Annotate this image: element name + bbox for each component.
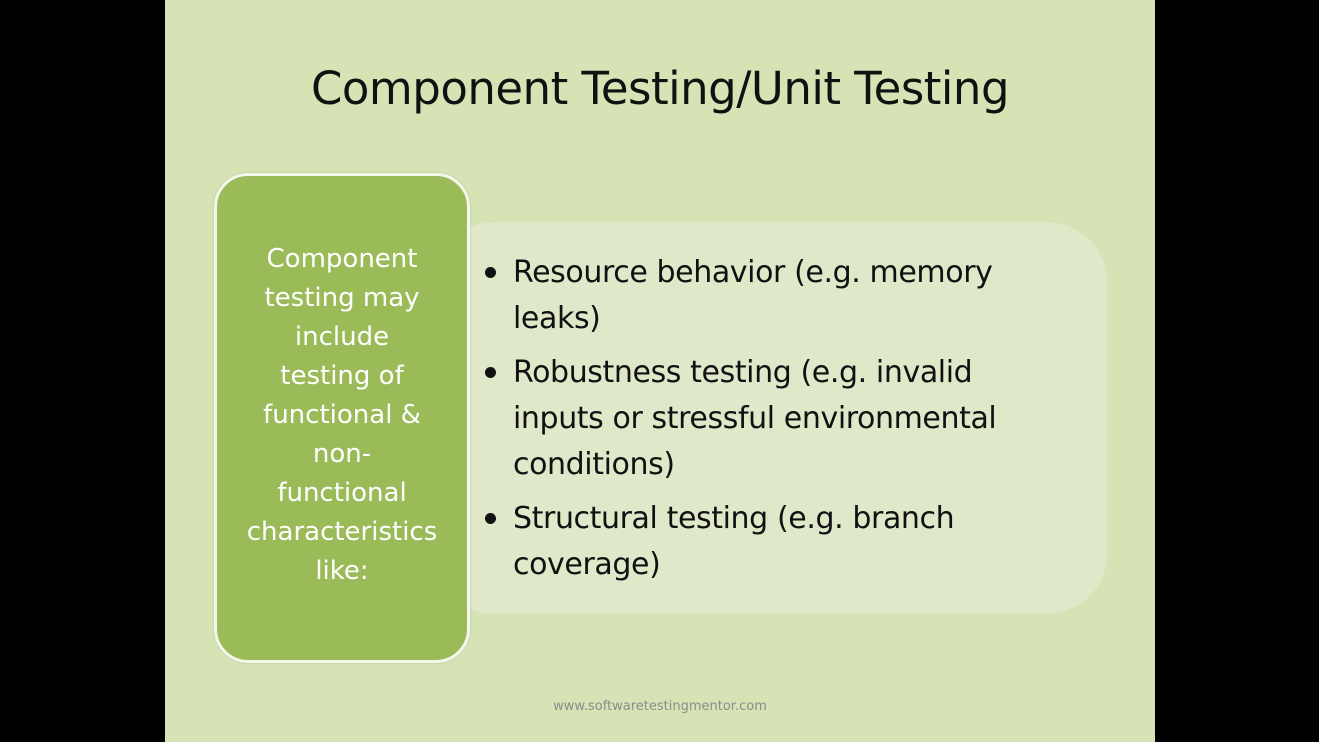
bullet-dot-icon <box>485 513 496 524</box>
label-line: testing of <box>280 360 404 391</box>
label-line: functional & <box>263 399 421 430</box>
bullet-line: inputs or stressful environmental <box>513 401 997 436</box>
video-viewer: Component Testing/Unit Testing Component… <box>0 0 1319 742</box>
bullet-line: Structural testing (e.g. branch <box>513 501 955 536</box>
bullet-item: Resource behavior (e.g. memory leaks) <box>483 250 1083 342</box>
bullet-line: Resource behavior (e.g. memory <box>513 255 993 290</box>
label-line: testing may <box>264 282 420 313</box>
label-line: non- <box>312 438 372 469</box>
label-line: include <box>294 321 390 352</box>
bullet-dot-icon <box>485 267 496 278</box>
label-line: like: <box>315 555 369 586</box>
bullet-dot-icon <box>485 367 496 378</box>
label-line: characteristics <box>246 516 438 547</box>
bullet-item: Structural testing (e.g. branch coverage… <box>483 496 1083 588</box>
bullet-line: leaks) <box>513 301 601 336</box>
label-box: Component testing may include testing of… <box>214 173 470 663</box>
bullet-line: Robustness testing (e.g. invalid <box>513 355 973 390</box>
presentation-slide: Component Testing/Unit Testing Component… <box>165 0 1155 742</box>
bullet-line: conditions) <box>513 447 675 482</box>
bullet-line: coverage) <box>513 547 661 582</box>
bullet-list: Resource behavior (e.g. memory leaks) Ro… <box>483 250 1083 596</box>
label-line: functional <box>277 477 407 508</box>
label-line: Component <box>266 243 418 274</box>
label-box-text: Component testing may include testing of… <box>229 240 455 591</box>
slide-title: Component Testing/Unit Testing <box>310 62 1010 115</box>
bullet-item: Robustness testing (e.g. invalid inputs … <box>483 350 1083 488</box>
footer-url: www.softwaretestingmentor.com <box>553 699 767 714</box>
